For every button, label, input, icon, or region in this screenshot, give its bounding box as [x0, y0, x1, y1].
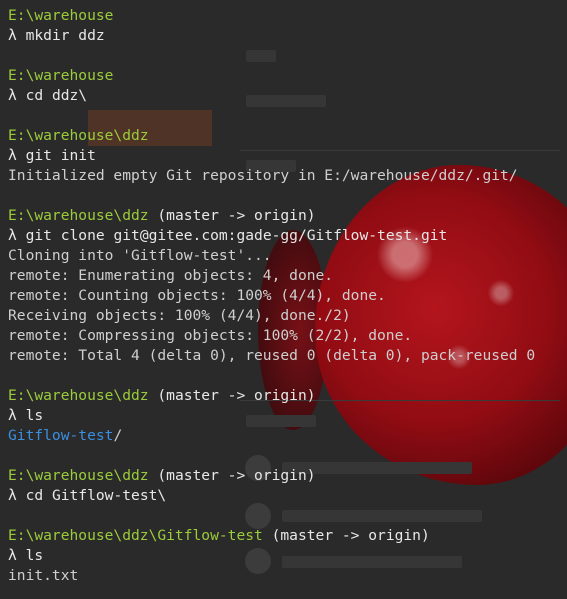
command-text: ls: [25, 407, 44, 424]
prompt-path-line: E:\warehouse\ddz (master -> origin): [8, 386, 567, 406]
prompt-path-line: E:\warehouse: [8, 6, 567, 26]
git-branch-indicator: (master -> origin): [148, 467, 316, 484]
git-branch-indicator: (master -> origin): [262, 527, 430, 544]
command-line: λ cd ddz\: [8, 86, 567, 106]
prompt-path: E:\warehouse\ddz: [8, 387, 149, 404]
command-text: ls: [25, 547, 44, 564]
prompt-symbol: λ: [8, 147, 17, 164]
prompt-path-line: E:\warehouse\ddz: [8, 126, 567, 146]
git-branch-indicator: (master -> origin): [148, 207, 316, 224]
prompt-symbol: λ: [8, 27, 17, 44]
prompt-path-line: E:\warehouse\ddz (master -> origin): [8, 206, 567, 226]
git-branch-indicator: (master -> origin): [148, 387, 316, 404]
prompt-path: E:\warehouse\ddz: [8, 207, 149, 224]
prompt-path: E:\warehouse\ddz: [8, 127, 149, 144]
command-line: λ git clone git@gitee.com:gade-gg/Gitflo…: [8, 226, 567, 246]
prompt-symbol: λ: [8, 407, 17, 424]
prompt-symbol: λ: [8, 547, 17, 564]
prompt-path: E:\warehouse: [8, 67, 114, 84]
command-line: λ mkdir ddz: [8, 26, 567, 46]
prompt-symbol: λ: [8, 487, 17, 504]
prompt-symbol: λ: [8, 227, 17, 244]
directory-suffix: /: [113, 427, 123, 444]
output-line: Receiving objects: 100% (4/4), done./2): [8, 307, 351, 324]
output-line: remote: Counting objects: 100% (4/4), do…: [8, 287, 386, 304]
command-line: λ cd Gitflow-test\: [8, 486, 567, 506]
command-line: λ git init: [8, 146, 567, 166]
prompt-path: E:\warehouse: [8, 7, 114, 24]
command-line: λ ls: [8, 546, 567, 566]
prompt-path-line: E:\warehouse\ddz (master -> origin): [8, 466, 567, 486]
output-line: Initialized empty Git repository in E:/w…: [8, 167, 518, 184]
prompt-symbol: λ: [8, 87, 17, 104]
command-text: git clone git@gitee.com:gade-gg/Gitflow-…: [25, 227, 448, 244]
command-line: λ ls: [8, 406, 567, 426]
directory-listing-line: Gitflow-test/: [8, 426, 567, 446]
prompt-path-line: E:\warehouse: [8, 66, 567, 86]
output-line: remote: Enumerating objects: 4, done.: [8, 267, 334, 284]
prompt-path-line: E:\warehouse\ddz\Gitflow-test (master ->…: [8, 526, 567, 546]
prompt-path: E:\warehouse\ddz: [8, 467, 149, 484]
directory-name: Gitflow-test: [8, 427, 114, 444]
command-text: cd ddz\: [25, 87, 88, 104]
output-line: remote: Total 4 (delta 0), reused 0 (del…: [8, 347, 536, 364]
console-output[interactable]: E:\warehouse λ mkdir ddz E:\warehouse λ cd …: [8, 6, 567, 586]
command-text: git init: [25, 147, 96, 164]
command-text: mkdir ddz: [25, 27, 105, 44]
command-text: cd Gitflow-test\: [25, 487, 167, 504]
output-line: remote: Compressing objects: 100% (2/2),…: [8, 327, 413, 344]
output-line: Cloning into 'Gitflow-test'...: [8, 247, 272, 264]
output-line: init.txt: [8, 567, 79, 584]
prompt-path: E:\warehouse\ddz\Gitflow-test: [8, 527, 263, 544]
terminal-window[interactable]: E:\warehouse λ mkdir ddz E:\warehouse λ cd …: [0, 0, 567, 599]
